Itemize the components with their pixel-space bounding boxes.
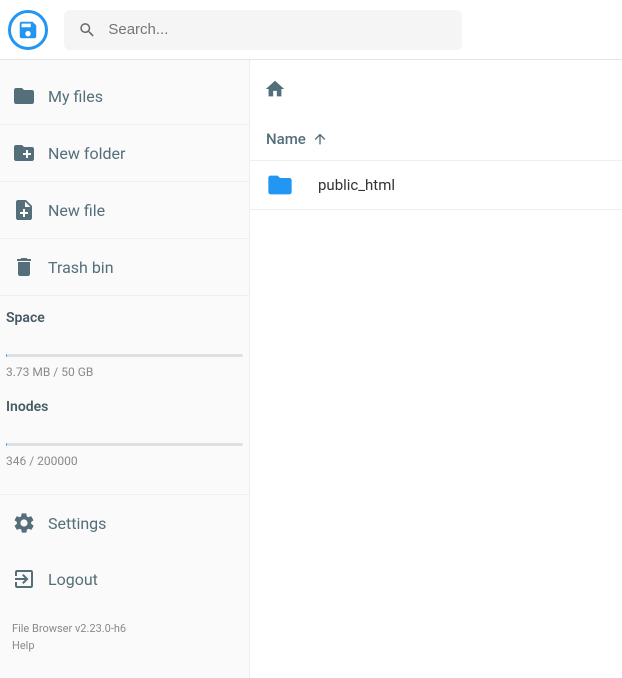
- sidebar-item-new-file[interactable]: New file: [0, 182, 249, 239]
- breadcrumb: [250, 74, 622, 118]
- sidebar-item-logout[interactable]: Logout: [0, 551, 249, 607]
- help-link[interactable]: Help: [12, 638, 237, 655]
- inodes-title: Inodes: [6, 399, 243, 415]
- space-stats: Space 3.73 MB / 50 GB Inodes 346 / 20000…: [0, 296, 249, 495]
- nav-label: My files: [48, 87, 103, 106]
- footer: File Browser v2.23.0-h6 Help: [0, 607, 249, 668]
- floppy-disk-icon: [17, 19, 39, 41]
- sidebar-item-trash[interactable]: Trash bin: [0, 239, 249, 296]
- nav-label: Trash bin: [48, 258, 114, 277]
- list-header-name[interactable]: Name: [250, 118, 622, 160]
- logout-icon: [12, 567, 36, 591]
- column-label: Name: [266, 130, 306, 148]
- sidebar: My files New folder New file Trash bin S…: [0, 60, 250, 678]
- nav-label: New folder: [48, 144, 125, 163]
- space-value: 3.73 MB / 50 GB: [6, 365, 243, 379]
- app-logo[interactable]: [8, 10, 48, 50]
- search-box[interactable]: [64, 10, 462, 50]
- inodes-progress-fill: [6, 443, 7, 446]
- sidebar-item-new-folder[interactable]: New folder: [0, 125, 249, 182]
- arrow-up-icon: [312, 131, 328, 147]
- folder-icon: [266, 171, 294, 199]
- search-icon: [78, 20, 96, 40]
- inodes-value: 346 / 200000: [6, 454, 243, 468]
- nav-label: Settings: [48, 514, 106, 533]
- nav-label: New file: [48, 201, 105, 220]
- space-title: Space: [6, 310, 243, 326]
- item-name: public_html: [318, 176, 395, 194]
- nav-label: Logout: [48, 570, 98, 589]
- version-text: File Browser v2.23.0-h6: [12, 621, 237, 638]
- create-folder-icon: [12, 141, 36, 165]
- main-content: Name public_html: [250, 60, 622, 678]
- list-item[interactable]: public_html: [250, 160, 622, 210]
- sidebar-item-my-files[interactable]: My files: [0, 68, 249, 125]
- gear-icon: [12, 511, 36, 535]
- sidebar-item-settings[interactable]: Settings: [0, 495, 249, 551]
- folder-icon: [12, 84, 36, 108]
- space-progress-fill: [6, 354, 7, 357]
- home-icon[interactable]: [264, 78, 286, 100]
- inodes-progress: [6, 443, 243, 446]
- space-progress: [6, 354, 243, 357]
- create-file-icon: [12, 198, 36, 222]
- trash-icon: [12, 255, 36, 279]
- search-input[interactable]: [108, 21, 448, 38]
- header: [0, 0, 622, 60]
